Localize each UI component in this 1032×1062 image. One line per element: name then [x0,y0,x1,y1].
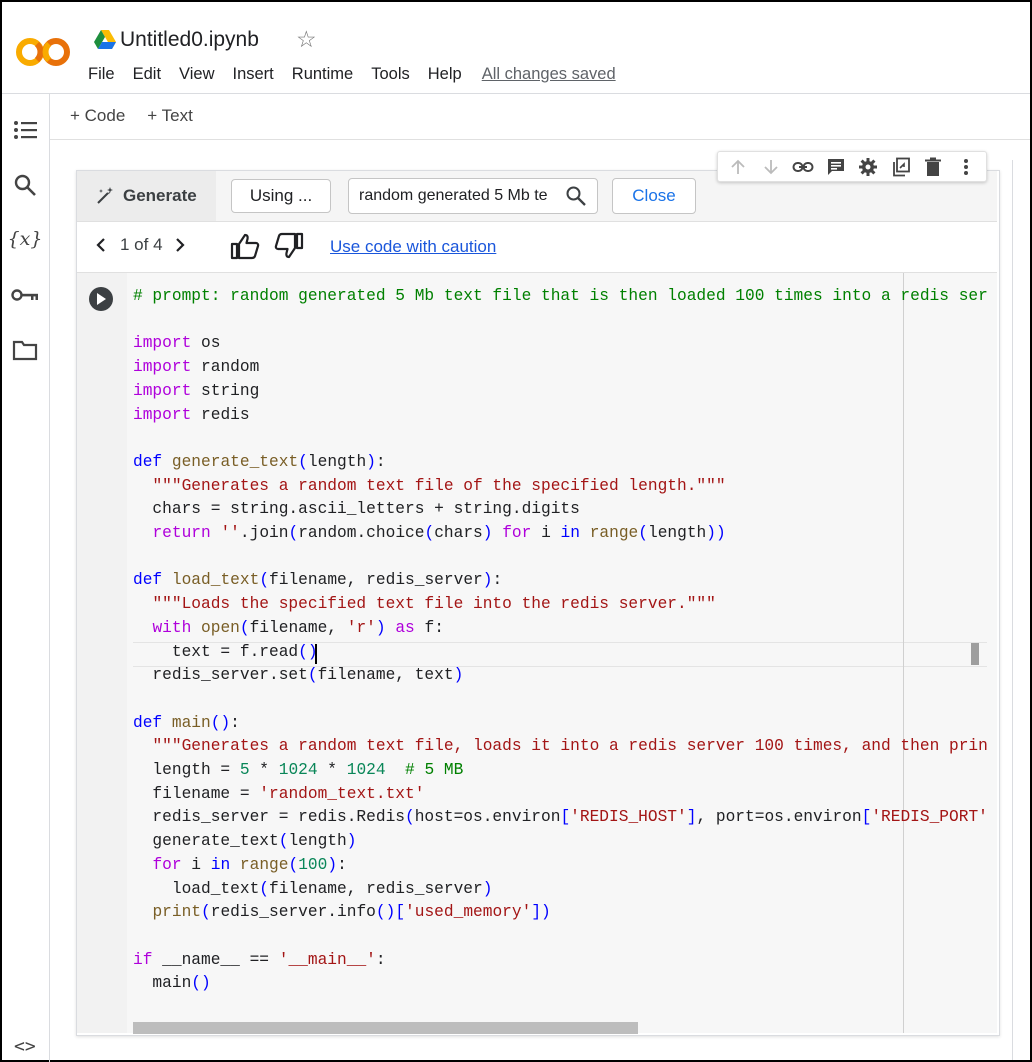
prompt-box[interactable]: random generated 5 Mb te [348,178,598,214]
thumbs-down-icon[interactable] [274,232,304,265]
link-icon[interactable] [790,160,816,174]
code-editor[interactable]: # prompt: random generated 5 Mb text fil… [133,285,988,1015]
variables-icon[interactable]: {x} [8,225,43,253]
use-code-with-caution-link[interactable]: Use code with caution [330,237,496,257]
run-cell-button[interactable] [89,287,113,311]
menu-tools[interactable]: Tools [371,65,410,84]
delete-icon[interactable] [920,157,946,177]
cell-toolbar [717,151,987,182]
chevron-right-icon[interactable] [173,237,187,253]
add-code-button[interactable]: + Code [70,106,125,126]
notebook-toolbar: + Code + Text [70,106,215,126]
star-icon[interactable]: ☆ [296,26,317,53]
colab-logo[interactable] [16,34,72,70]
play-icon [97,293,106,305]
suggestion-pager: 1 of 4 [94,235,187,255]
code-snippets-icon[interactable]: <> [14,1036,36,1057]
comment-icon[interactable] [823,157,849,177]
files-folder-icon[interactable] [11,336,39,364]
menu-file[interactable]: File [88,65,115,84]
prompt-search-icon[interactable] [565,185,587,207]
menu-help[interactable]: Help [428,65,462,84]
generate-label: Generate [123,186,197,205]
close-button[interactable]: Close [612,178,696,214]
secrets-key-icon[interactable] [11,281,39,309]
move-down-icon[interactable] [758,158,784,176]
save-status-link[interactable]: All changes saved [482,65,616,84]
generate-tab[interactable]: Generate [77,171,216,221]
table-of-contents-icon[interactable] [11,116,39,144]
cell-gutter [77,273,127,1033]
menu-bar: File Edit View Insert Runtime Tools Help… [88,65,634,84]
chevron-left-icon[interactable] [94,237,108,253]
editor-vertical-scroll-marker[interactable] [971,643,979,665]
more-options-icon[interactable] [953,158,979,176]
header-divider [2,93,1030,94]
search-icon[interactable] [11,171,39,199]
thumbs-up-icon[interactable] [230,232,260,265]
toolbar-divider [50,139,1030,140]
page-scrollbar-track[interactable] [1012,160,1013,1060]
magic-wand-icon [97,187,113,204]
using-button[interactable]: Using ... [231,179,331,213]
text-cursor [315,644,317,664]
settings-gear-icon[interactable] [855,157,881,177]
menu-runtime[interactable]: Runtime [292,65,353,84]
sidebar-divider [49,94,50,1062]
prompt-input[interactable]: random generated 5 Mb te [349,179,571,213]
add-text-button[interactable]: + Text [147,106,193,126]
move-up-icon[interactable] [725,158,751,176]
suggestion-nav-row [77,222,997,273]
code-text[interactable]: # prompt: random generated 5 Mb text fil… [133,285,988,996]
pager-text: 1 of 4 [120,235,163,254]
menu-insert[interactable]: Insert [233,65,274,84]
menu-edit[interactable]: Edit [133,65,161,84]
menu-view[interactable]: View [179,65,214,84]
editor-horizontal-scrollbar[interactable] [133,1022,638,1034]
mirror-cell-icon[interactable] [888,157,914,177]
google-drive-icon [94,30,116,50]
notebook-title[interactable]: Untitled0.ipynb [120,28,259,52]
